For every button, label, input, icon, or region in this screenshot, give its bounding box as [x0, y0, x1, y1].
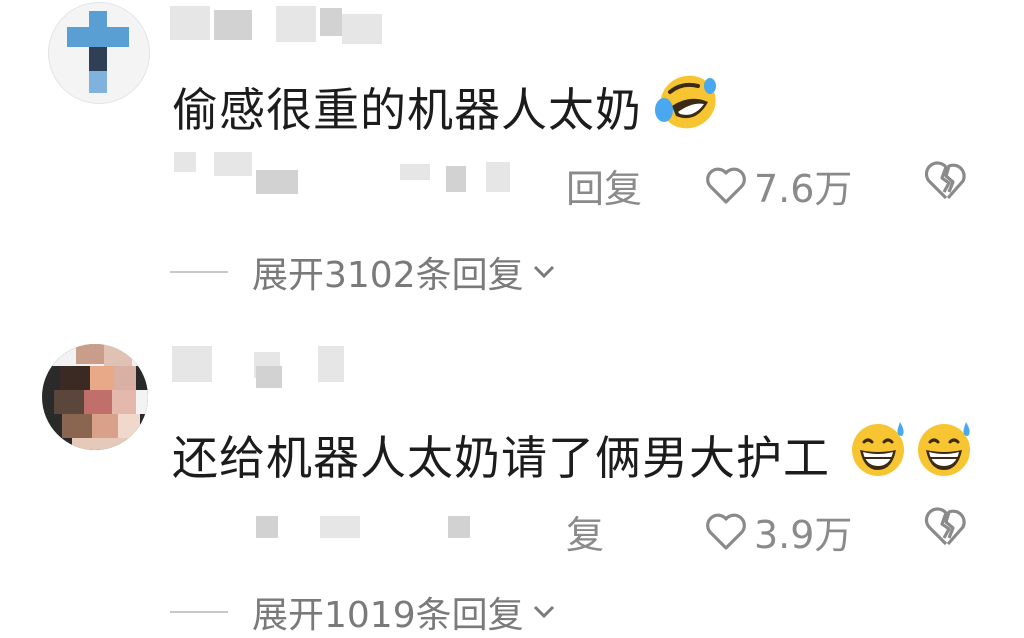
avatar[interactable] [48, 2, 150, 104]
like-count: 7.6万 [754, 167, 853, 211]
heart-outline-icon [706, 513, 746, 550]
broken-heart-icon[interactable] [922, 506, 970, 548]
comment-text: 还给机器人太奶请了俩男大护工 [172, 431, 830, 485]
chevron-down-icon [533, 605, 554, 619]
broken-heart-icon[interactable] [922, 160, 970, 202]
divider [170, 611, 228, 613]
chevron-down-icon [533, 265, 554, 279]
grinning-sweat-emoji [918, 422, 970, 476]
like-button[interactable]: 7.6万 [704, 158, 852, 213]
comment-text: 偷感很重的机器人太奶 [172, 83, 642, 137]
expand-replies-button[interactable]: 展开3102条回复 [170, 246, 558, 298]
rolling-laughing-emoji [655, 75, 716, 129]
avatar[interactable] [42, 344, 148, 450]
like-count: 3.9万 [754, 513, 853, 557]
heart-outline-icon [706, 167, 746, 204]
reply-button[interactable]: 复 [566, 504, 604, 559]
expand-replies-label: 展开1019条回复 [252, 595, 524, 636]
expand-replies-label: 展开3102条回复 [252, 255, 524, 296]
grinning-sweat-emoji [852, 422, 904, 476]
reply-button[interactable]: 回复 [566, 158, 642, 213]
like-button[interactable]: 3.9万 [704, 504, 852, 559]
divider [170, 271, 228, 273]
expand-replies-button[interactable]: 展开1019条回复 [170, 586, 558, 638]
